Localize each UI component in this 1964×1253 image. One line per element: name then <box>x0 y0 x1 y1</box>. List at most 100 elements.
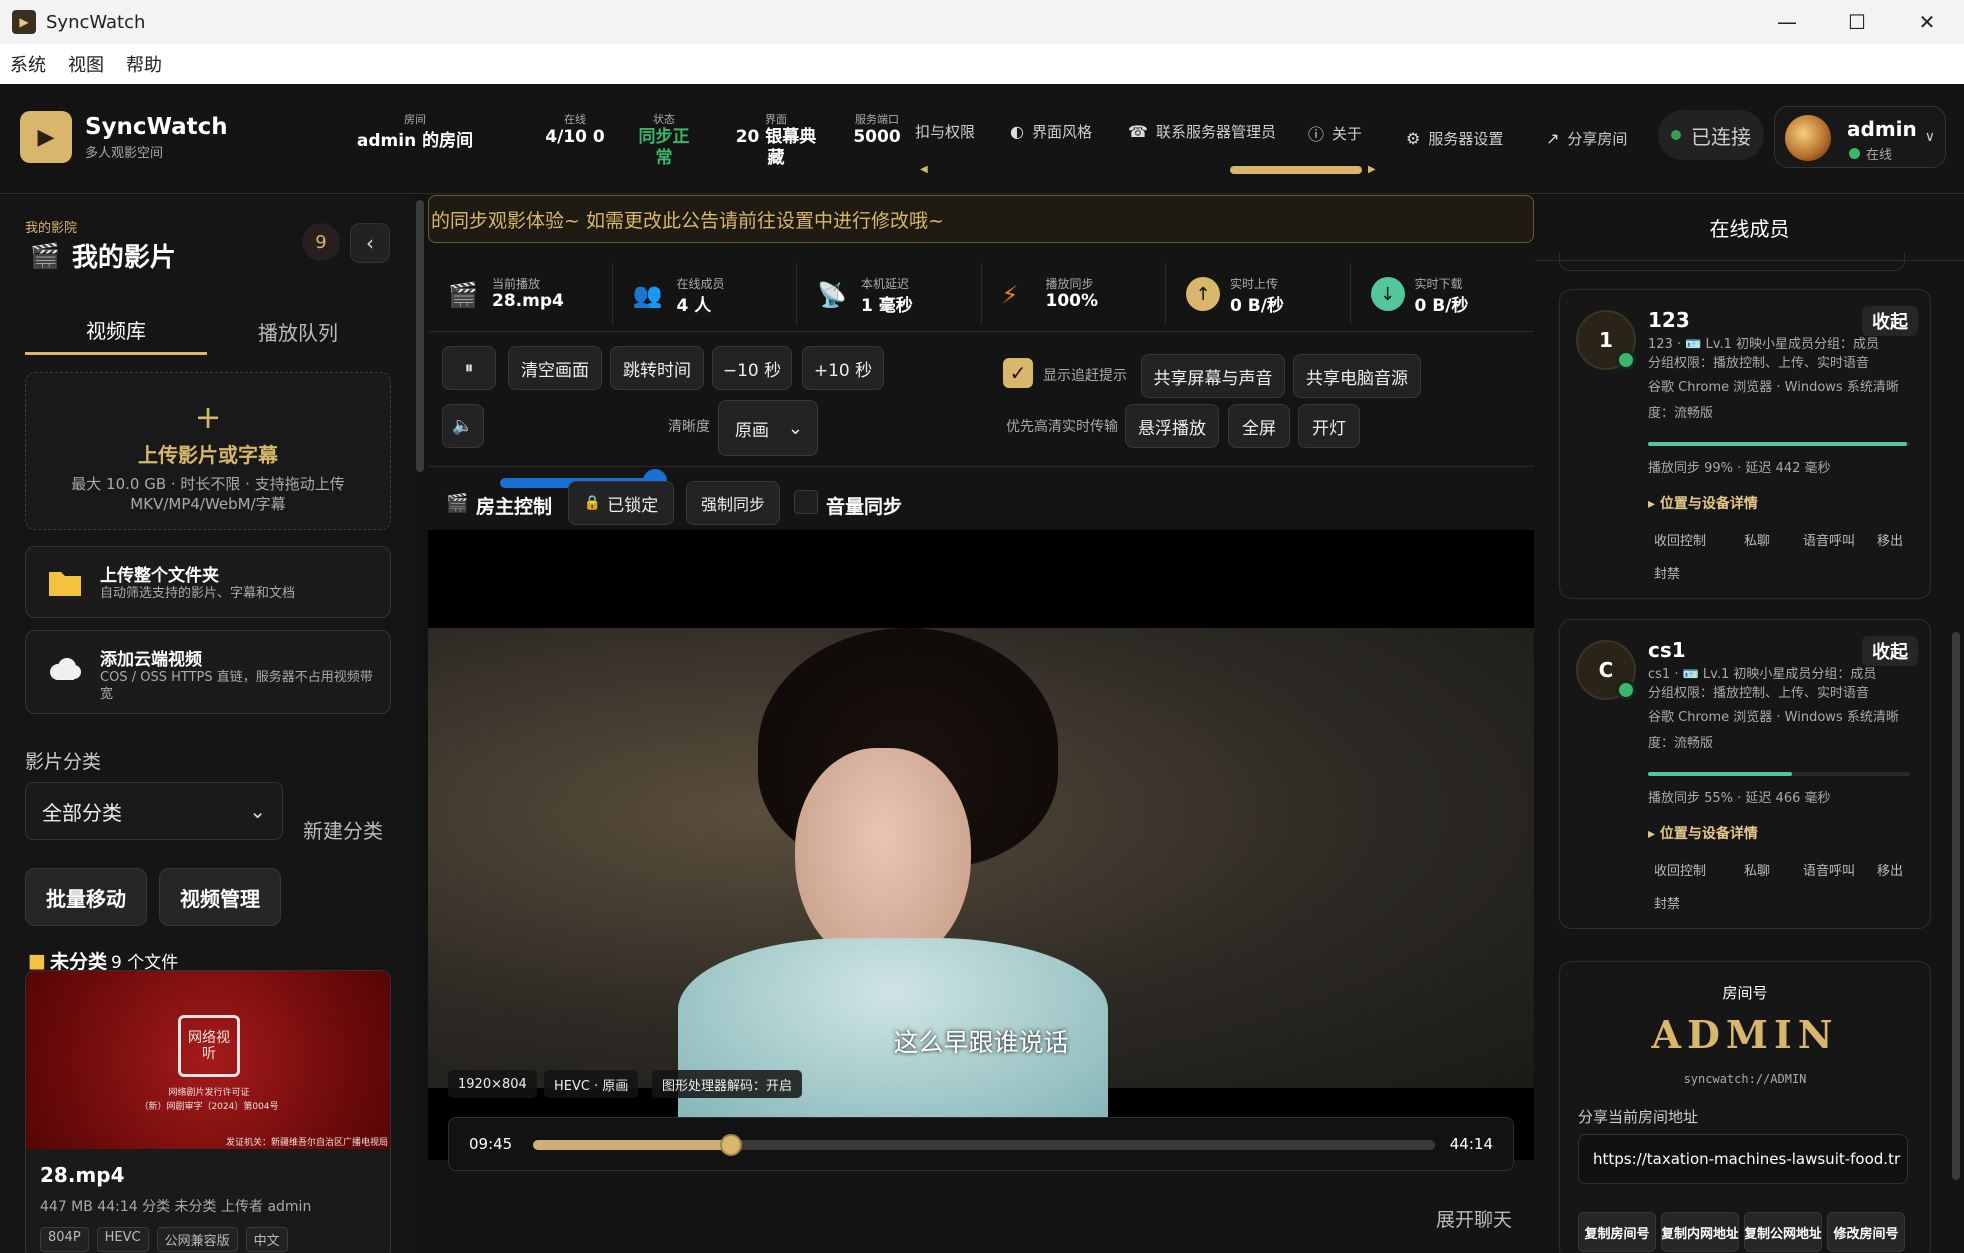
upload-dropzone[interactable]: + 上传影片或字幕 最大 10.0 GB · 时长不限 · 支持拖动上传 MKV… <box>25 372 391 530</box>
member-avatar: 1 <box>1576 310 1636 370</box>
copy-lan-address-button[interactable]: 复制内网地址 <box>1661 1212 1739 1252</box>
nav-theme[interactable]: ◐ 界面风格 <box>1010 121 1092 142</box>
light-button[interactable]: 开灯 <box>1298 404 1360 448</box>
voice-call-button[interactable]: 语音呼叫 <box>1803 860 1855 879</box>
online-dot-icon <box>1616 350 1636 370</box>
close-button[interactable]: ✕ <box>1892 0 1962 44</box>
video-manage-button[interactable]: 视频管理 <box>159 868 281 926</box>
user-status-label: 在线 <box>1866 148 1893 163</box>
remove-member-button[interactable]: 移出 <box>1877 530 1903 549</box>
share-url-field[interactable]: https://taxation-machines-lawsuit-food.t… <box>1578 1134 1908 1184</box>
gear-icon: ⚙ <box>1406 129 1421 148</box>
upload-folder-title: 上传整个文件夹 <box>100 566 219 586</box>
movie-thumbnail: 网络视听 网络剧片发行许可证 （新）网剧审字（2024）第004号 发证机关：新… <box>26 971 390 1149</box>
menu-help[interactable]: 帮助 <box>126 51 162 77</box>
chase-hint-checkbox[interactable]: ✓ <box>1003 358 1033 388</box>
control-area: ⏸ 清空画面 跳转时间 −10 秒 +10 秒 ✓ 显示追赶提示 共享屏幕与声音… <box>428 331 1534 467</box>
video-figure-face <box>795 748 971 968</box>
upload-title: 上传影片或字幕 <box>138 443 278 467</box>
lock-icon: 🔒 <box>583 495 602 511</box>
ban-button[interactable]: 封禁 <box>1654 563 1680 582</box>
volume-icon[interactable]: 🔈 <box>442 404 484 448</box>
members-scrollbar[interactable] <box>1952 632 1960 1180</box>
stat-label: 实时上传 <box>1230 277 1279 291</box>
device-details-toggle[interactable]: ▸ 位置与设备详情 <box>1648 493 1758 513</box>
menu-system[interactable]: 系统 <box>10 51 46 77</box>
scroll-right-icon[interactable]: ▶ <box>1368 164 1376 175</box>
video-player[interactable] <box>428 530 1534 1160</box>
copy-room-id-button[interactable]: 复制房间号 <box>1578 1212 1656 1252</box>
modify-room-id-button[interactable]: 修改房间号 <box>1827 1212 1905 1252</box>
stat-ui-value: 20 银幕典藏 <box>735 127 817 168</box>
library-subtitle: 我的影院 <box>25 221 78 236</box>
movie-card[interactable]: 网络视听 网络剧片发行许可证 （新）网剧审字（2024）第004号 发证机关：新… <box>25 970 391 1253</box>
nav-server-settings[interactable]: ⚙ 服务器设置 <box>1406 128 1503 149</box>
new-category-button[interactable]: 新建分类 <box>303 815 383 844</box>
nav-contact-admin[interactable]: ☎ 联系服务器管理员 <box>1128 121 1276 142</box>
clear-screen-button[interactable]: 清空画面 <box>508 346 602 390</box>
clarity-select[interactable]: 原画 ⌄ <box>718 400 818 456</box>
ban-button[interactable]: 封禁 <box>1654 893 1680 912</box>
nav-permissions[interactable]: 扣与权限 <box>915 121 975 142</box>
tab-queue[interactable]: 播放队列 <box>207 307 389 355</box>
library-scrollbar[interactable] <box>416 200 424 472</box>
nav-share-room[interactable]: ↗ 分享房间 <box>1546 128 1627 149</box>
remove-member-button[interactable]: 移出 <box>1877 860 1903 879</box>
stat-value: 28.mp4 <box>492 291 564 311</box>
clarity-label: 清晰度 <box>668 419 710 435</box>
category-select[interactable]: 全部分类 ⌄ <box>25 782 283 840</box>
fullscreen-button[interactable]: 全屏 <box>1228 404 1290 448</box>
collapse-panel-button[interactable]: ‹ <box>350 223 390 263</box>
menu-view[interactable]: 视图 <box>68 51 104 77</box>
private-chat-button[interactable]: 私聊 <box>1744 530 1770 549</box>
nav-about[interactable]: ⓘ 关于 <box>1308 121 1362 145</box>
tab-library[interactable]: 视频库 <box>25 307 207 355</box>
user-menu[interactable]: admin 在线 ∨ <box>1774 106 1946 168</box>
brand: SyncWatch 多人观影空间 <box>85 114 228 161</box>
app-icon: ▶ <box>12 10 36 34</box>
upload-folder-button[interactable]: 上传整个文件夹 自动筛选支持的影片、字幕和文档 <box>25 546 391 618</box>
voice-call-button[interactable]: 语音呼叫 <box>1803 530 1855 549</box>
batch-move-button[interactable]: 批量移动 <box>25 868 147 926</box>
rewind-10-button[interactable]: −10 秒 <box>712 346 792 390</box>
header-scroll-thumb[interactable] <box>1230 166 1362 174</box>
private-chat-button[interactable]: 私聊 <box>1744 860 1770 879</box>
tag-language: 中文 <box>245 1227 288 1252</box>
chevron-down-icon: ⌄ <box>787 417 803 439</box>
progress-fill <box>533 1140 732 1150</box>
share-audio-button[interactable]: 共享电脑音源 <box>1293 354 1421 398</box>
volume-sync-checkbox[interactable] <box>794 490 818 514</box>
forward-10-button[interactable]: +10 秒 <box>802 346 884 390</box>
force-sync-button[interactable]: 强制同步 <box>686 481 780 525</box>
member-sync-text: 播放同步 55% · 延迟 466 毫秒 <box>1648 791 1831 806</box>
copy-public-address-button[interactable]: 复制公网地址 <box>1744 1212 1822 1252</box>
minimize-button[interactable]: — <box>1752 0 1822 44</box>
jump-time-button[interactable]: 跳转时间 <box>610 346 704 390</box>
tag-resolution: 804P <box>40 1227 89 1252</box>
member-info-line: 分组权限：播放控制、上传、实时语音 <box>1648 686 1870 701</box>
add-cloud-video-button[interactable]: 添加云端视频 COS / OSS HTTPS 直链，服务器不占用视频带宽 <box>25 630 391 714</box>
float-play-button[interactable]: 悬浮播放 <box>1125 404 1219 448</box>
category-label: 影片分类 <box>25 751 102 773</box>
maximize-button[interactable]: ☐ <box>1822 0 1892 44</box>
lock-button[interactable]: 🔒 已锁定 <box>568 481 674 525</box>
tag-codec: HEVC <box>96 1227 149 1252</box>
progress-bar[interactable] <box>533 1134 1435 1156</box>
pause-button[interactable]: ⏸ <box>442 346 496 390</box>
upload-icon: ↑ <box>1186 277 1220 311</box>
revoke-control-button[interactable]: 收回控制 <box>1654 530 1706 549</box>
member-sync-bar <box>1648 442 1910 446</box>
chase-hint-label: 显示追赶提示 <box>1043 368 1127 384</box>
collapse-button[interactable]: 收起 <box>1862 636 1918 666</box>
nav-contact-label: 联系服务器管理员 <box>1155 123 1276 141</box>
expand-chat-button[interactable]: 展开聊天 <box>1436 1205 1512 1232</box>
menu-bar: 系统 视图 帮助 <box>0 44 1964 84</box>
collapse-button[interactable]: 收起 <box>1862 306 1918 336</box>
scroll-left-icon[interactable]: ◀ <box>920 164 928 175</box>
nav-about-label: 关于 <box>1332 124 1363 143</box>
clarity-value: 原画 <box>735 420 769 441</box>
revoke-control-button[interactable]: 收回控制 <box>1654 860 1706 879</box>
device-details-toggle[interactable]: ▸ 位置与设备详情 <box>1648 823 1758 843</box>
progress-knob[interactable] <box>720 1134 743 1156</box>
share-screen-button[interactable]: 共享屏幕与声音 <box>1141 354 1285 398</box>
